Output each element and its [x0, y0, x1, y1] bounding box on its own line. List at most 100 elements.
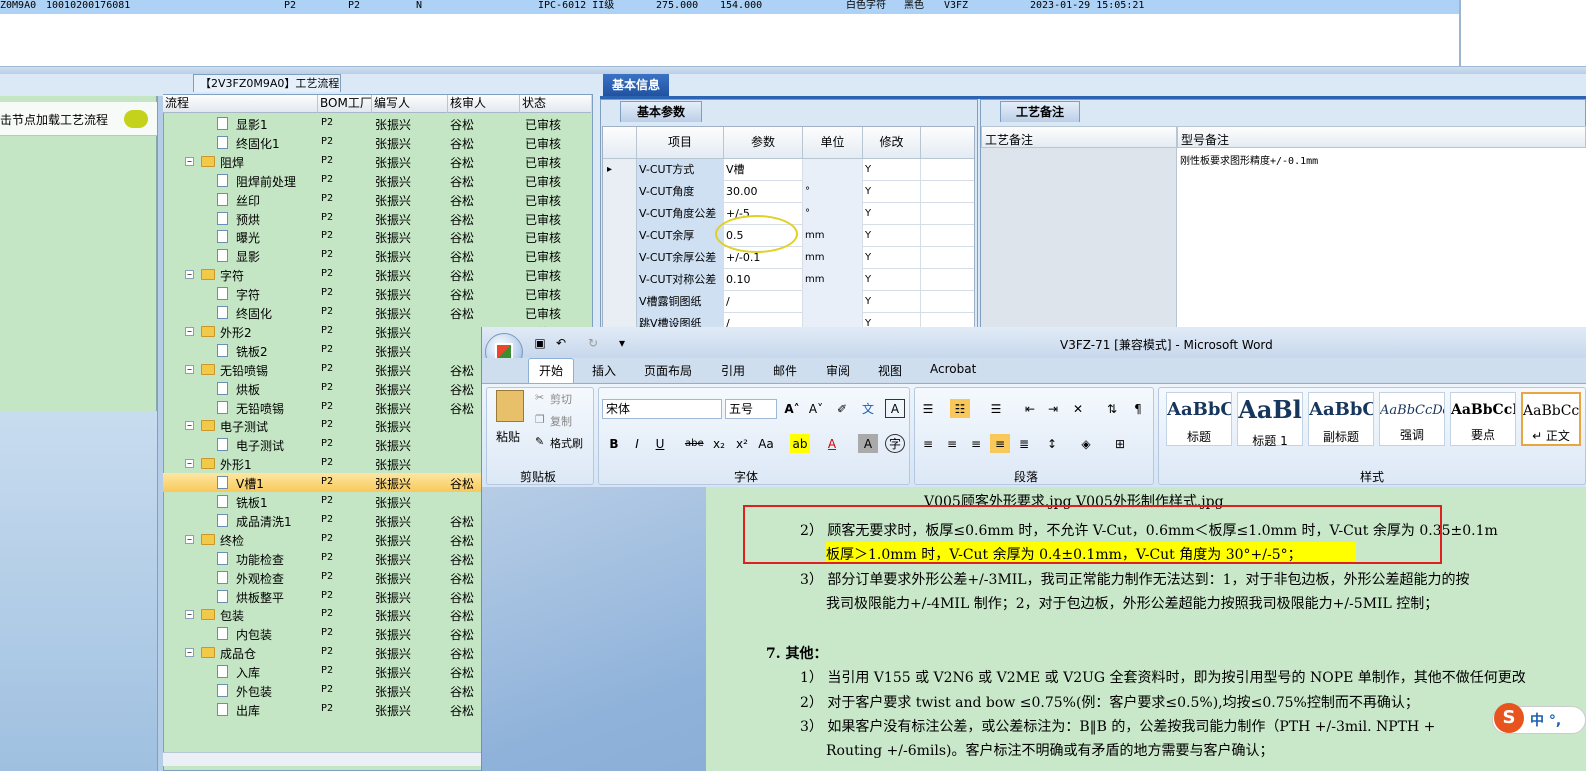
- style-option[interactable]: AaBbCcD 要点: [1450, 392, 1516, 446]
- param-unit-cell[interactable]: [803, 291, 863, 313]
- change-case-icon[interactable]: Aa: [756, 434, 776, 453]
- justify-icon[interactable]: ≡: [990, 434, 1010, 453]
- numbering-icon[interactable]: ☷: [950, 399, 970, 418]
- tree-row[interactable]: 内包装 P2 张振兴 谷松: [163, 624, 481, 643]
- shading-icon[interactable]: ◈: [1076, 434, 1096, 453]
- row-selector[interactable]: [603, 225, 637, 247]
- qat-customize-icon[interactable]: ▾: [614, 336, 630, 351]
- column-header-bom[interactable]: BOM工厂: [318, 95, 372, 113]
- row-selector[interactable]: [603, 181, 637, 203]
- bullets-icon[interactable]: ☰: [918, 399, 938, 418]
- char-border-icon[interactable]: A: [885, 399, 905, 418]
- clear-format-icon[interactable]: ✐: [832, 399, 852, 418]
- save-icon[interactable]: ▣: [532, 336, 548, 351]
- tree-row[interactable]: 显影 P2 张振兴 谷松 已审核: [163, 246, 561, 265]
- param-mod-cell[interactable]: Y: [863, 247, 921, 269]
- style-option[interactable]: AaBbC 副标题: [1308, 392, 1374, 446]
- splitter-bar[interactable]: [0, 66, 1586, 74]
- tree-row[interactable]: 显影1 P2 张振兴 谷松 已审核: [163, 114, 561, 133]
- tab-basic-info[interactable]: 基本信息: [603, 74, 669, 98]
- param-item-cell[interactable]: V-CUT角度公差: [637, 203, 724, 225]
- style-option[interactable]: AaBbCc ↵ 正文: [1521, 392, 1581, 446]
- row-selector[interactable]: [603, 203, 637, 225]
- align-right-icon[interactable]: ≡: [966, 434, 986, 453]
- increase-indent-icon[interactable]: ⇥: [1043, 399, 1063, 418]
- paste-icon[interactable]: [496, 390, 524, 422]
- distributed-icon[interactable]: ≣: [1014, 434, 1034, 453]
- format-painter-button[interactable]: 格式刷: [550, 435, 583, 451]
- params-row[interactable]: V-CUT角度 30.00 ° Y: [603, 181, 974, 203]
- enclose-char-icon[interactable]: 字: [885, 434, 905, 453]
- param-unit-cell[interactable]: [803, 159, 863, 181]
- tab-basic-params[interactable]: 基本参数: [620, 101, 702, 122]
- param-value-cell[interactable]: /: [724, 291, 803, 313]
- align-left-icon[interactable]: ≡: [918, 434, 938, 453]
- copy-button[interactable]: 复制: [550, 413, 572, 429]
- param-unit-cell[interactable]: mm: [803, 247, 863, 269]
- collapse-toggle-icon[interactable]: −: [185, 364, 194, 374]
- tree-row[interactable]: − 终检 P2 张振兴 谷松: [163, 530, 481, 549]
- model-notes-cell[interactable]: 刚性板要求图形精度+/-0.1mm: [1177, 148, 1586, 329]
- process-h-scrollbar[interactable]: [163, 752, 481, 766]
- param-item-cell[interactable]: V-CUT余厚公差: [637, 247, 724, 269]
- font-size-combo[interactable]: 五号: [725, 399, 777, 419]
- tree-row[interactable]: − 字符 P2 张振兴 谷松 已审核: [163, 265, 561, 284]
- tree-row[interactable]: 预烘 P2 张振兴 谷松 已审核: [163, 209, 561, 228]
- top-grid-selected-row[interactable]: Z0M9A0 10010200176081 P2 P2 N IPC-6012 II级 275…: [0, 0, 1460, 14]
- tree-row[interactable]: 终固化 P2 张振兴 谷松 已审核: [163, 303, 561, 322]
- tree-row[interactable]: 入库 P2 张振兴 谷松: [163, 662, 481, 681]
- collapse-toggle-icon[interactable]: −: [185, 648, 194, 658]
- format-painter-icon[interactable]: ✎: [535, 435, 544, 448]
- style-option[interactable]: AaBbCcDd 强调: [1379, 392, 1445, 446]
- superscript-icon[interactable]: x²: [732, 434, 752, 453]
- param-unit-cell[interactable]: mm: [803, 225, 863, 247]
- tree-row[interactable]: V槽1 P2 张振兴 谷松: [163, 473, 481, 493]
- notes-header-model[interactable]: 型号备注: [1177, 126, 1586, 148]
- copy-icon[interactable]: ❐: [535, 413, 545, 426]
- tree-row[interactable]: 铣板2 P2 张振兴: [163, 341, 481, 360]
- params-header-mod[interactable]: 修改: [863, 127, 921, 159]
- tree-row[interactable]: 烘板 P2 张振兴 谷松: [163, 379, 481, 398]
- tree-row[interactable]: 功能检查 P2 张振兴 谷松: [163, 549, 481, 568]
- param-unit-cell[interactable]: °: [803, 181, 863, 203]
- tree-row[interactable]: 电子测试 P2 张振兴: [163, 435, 481, 454]
- param-item-cell[interactable]: V槽露铜图纸: [637, 291, 724, 313]
- tab-home[interactable]: 开始: [539, 362, 563, 379]
- tree-row[interactable]: − 包装 P2 张振兴 谷松: [163, 605, 481, 624]
- tab-mailings[interactable]: 邮件: [773, 362, 797, 379]
- param-unit-cell[interactable]: mm: [803, 269, 863, 291]
- bold-icon[interactable]: B: [604, 434, 624, 453]
- param-item-cell[interactable]: V-CUT余厚: [637, 225, 724, 247]
- collapse-toggle-icon[interactable]: −: [185, 534, 194, 544]
- column-header-process[interactable]: 流程: [163, 95, 318, 113]
- param-item-cell[interactable]: V-CUT方式: [637, 159, 724, 181]
- subscript-icon[interactable]: x₂: [709, 434, 729, 453]
- tab-page-layout[interactable]: 页面布局: [644, 362, 692, 379]
- tab-process-notes[interactable]: 工艺备注: [1000, 101, 1080, 122]
- row-selector[interactable]: [603, 247, 637, 269]
- tree-row[interactable]: 丝印 P2 张振兴 谷松 已审核: [163, 190, 561, 209]
- collapse-toggle-icon[interactable]: −: [185, 610, 194, 620]
- show-marks-icon[interactable]: ¶: [1128, 399, 1148, 418]
- param-value-cell[interactable]: V槽: [724, 159, 803, 181]
- font-name-combo[interactable]: 宋体: [602, 399, 722, 419]
- shrink-font-icon[interactable]: A˅: [806, 399, 826, 418]
- tree-row[interactable]: 字符 P2 张振兴 谷松 已审核: [163, 284, 561, 303]
- tree-row[interactable]: 终固化1 P2 张振兴 谷松 已审核: [163, 133, 561, 152]
- collapse-toggle-icon[interactable]: −: [185, 270, 194, 280]
- align-center-icon[interactable]: ≡: [942, 434, 962, 453]
- param-item-cell[interactable]: V-CUT对称公差: [637, 269, 724, 291]
- tree-row[interactable]: 无铅喷锡 P2 张振兴 谷松: [163, 398, 481, 417]
- asian-layout-icon[interactable]: ✕: [1068, 399, 1088, 418]
- column-header-author[interactable]: 编写人: [372, 95, 448, 113]
- strikethrough-icon[interactable]: abe: [684, 434, 704, 453]
- params-row[interactable]: V-CUT余厚公差 +/-0.1 mm Y: [603, 247, 974, 269]
- collapse-toggle-icon[interactable]: −: [185, 459, 194, 469]
- collapse-toggle-icon[interactable]: −: [185, 326, 194, 336]
- process-notes-cell[interactable]: [981, 148, 1177, 329]
- ime-mode-label[interactable]: 中 °,: [1530, 710, 1561, 730]
- font-color-icon[interactable]: A: [822, 434, 842, 453]
- column-header-status[interactable]: 状态: [520, 95, 591, 113]
- tab-view[interactable]: 视图: [878, 362, 902, 379]
- param-value-cell[interactable]: 30.00: [724, 181, 803, 203]
